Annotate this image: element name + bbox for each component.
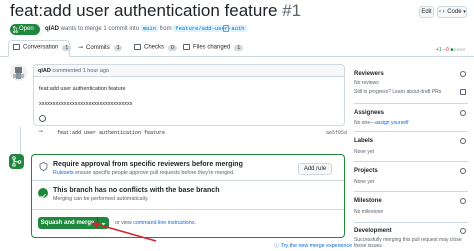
commit-sha[interactable]: ae5f05d <box>326 130 347 136</box>
merge-icon <box>9 154 24 169</box>
approval-title: Require approval from specific reviewers… <box>53 161 243 168</box>
diffstat: +1 −0 ■■■■■ <box>436 47 466 53</box>
gear-icon[interactable] <box>460 228 466 234</box>
reviewers-heading[interactable]: Reviewers <box>354 71 384 77</box>
tab-checks[interactable]: Checks 0 <box>134 44 177 51</box>
commit-message[interactable]: feat:add user authentication feature <box>57 130 165 136</box>
check-circle-icon <box>38 188 48 199</box>
gear-icon[interactable] <box>460 138 466 144</box>
comment-line-1: feat:add user authentication feature <box>39 86 126 92</box>
reviewers-value: No reviews <box>354 80 379 86</box>
pull-request-icon <box>13 26 18 33</box>
gear-icon[interactable] <box>460 110 466 116</box>
commit-icon: ⊸ <box>78 45 84 51</box>
merge-box: Require approval from specific reviewers… <box>31 154 345 238</box>
tab-count: 1 <box>113 45 123 51</box>
sidebar-divider <box>354 222 468 223</box>
meta-action: wants to merge 1 commit into <box>60 26 140 32</box>
checks-icon <box>134 44 141 50</box>
copy-icon[interactable] <box>223 25 229 32</box>
comment-header: qIAD commented 1 hour ago <box>34 65 344 77</box>
try-merge-experience[interactable]: ⓘ Try the new merge experience <box>274 241 352 249</box>
sidebar-divider <box>354 161 468 162</box>
head-branch[interactable]: feature/add-user-auth <box>173 25 247 32</box>
approval-desc-text: ensure specific people approve pull requ… <box>75 170 235 176</box>
approval-desc: Rulesets ensure specific people approve … <box>53 170 235 176</box>
pr-title: feat:add user authentication feature <box>10 1 278 20</box>
author-link[interactable]: qIAD <box>45 26 59 32</box>
tab-label: Checks <box>144 44 165 51</box>
comment-meta: qIAD commented 1 hour ago <box>38 68 109 74</box>
assignees-heading[interactable]: Assignees <box>354 110 384 116</box>
diff-deletions: −0 <box>443 47 449 53</box>
refresh-icon[interactable] <box>460 89 466 95</box>
projects-heading[interactable]: Projects <box>354 168 378 174</box>
labels-value: None yet <box>354 149 375 155</box>
avatar-image <box>13 67 24 79</box>
comment-icon <box>13 44 20 50</box>
tab-count: 0 <box>168 44 177 51</box>
code-label: Code <box>447 9 462 15</box>
sidebar-divider <box>354 131 468 132</box>
development-heading[interactable]: Development <box>354 228 392 234</box>
file-diff-icon <box>183 44 190 50</box>
tab-conversation[interactable]: Conversation 1 <box>13 44 72 51</box>
approval-section: Require approval from specific reviewers… <box>32 155 344 181</box>
tab-label: Commits <box>86 45 110 51</box>
noconflict-desc: Merging can be performed automatically. <box>53 196 149 202</box>
status-badge: Open <box>10 24 40 35</box>
sidebar-divider <box>354 103 468 104</box>
meta-from: from <box>159 26 172 32</box>
code-button[interactable]: ‹› Code ▾ <box>437 6 467 18</box>
annotation-arrow <box>91 222 157 242</box>
gear-icon[interactable] <box>460 71 466 77</box>
base-branch[interactable]: main <box>140 25 158 32</box>
commit-icon: ⊸ <box>38 129 44 135</box>
assignees-value: No one—assign yourself <box>354 120 408 126</box>
shield-icon <box>39 162 48 171</box>
labels-heading[interactable]: Labels <box>354 138 373 144</box>
pr-number: #1 <box>282 1 302 20</box>
status-label: Open <box>19 26 34 32</box>
sidebar-divider <box>354 191 468 192</box>
tabs-divider <box>0 56 474 57</box>
assign-yourself-link[interactable]: assign yourself <box>375 120 408 126</box>
info-icon: ⓘ <box>274 243 280 249</box>
code-icon: ‹› <box>438 8 446 15</box>
comment-time: commented 1 hour ago <box>52 68 109 74</box>
draft-pr-hint[interactable]: Still in progress? Learn about draft PRs <box>354 89 441 95</box>
timeline-line <box>20 127 21 154</box>
comment-box: qIAD commented 1 hour ago feat:add user … <box>33 64 345 126</box>
comment-line-2: xxxxxxxxxxxxxxxxxxxxxxxxxxxxxxxxxx <box>39 101 133 107</box>
milestone-value: No milestone <box>354 209 384 215</box>
rulesets-link[interactable]: Rulesets <box>53 170 74 176</box>
tab-files-changed[interactable]: Files changed 1 <box>183 44 244 51</box>
milestone-heading[interactable]: Milestone <box>354 198 382 204</box>
page-title: feat:add user authentication feature #1 <box>10 1 301 21</box>
tab-label: Conversation <box>23 44 59 51</box>
diff-additions: +1 <box>436 47 442 53</box>
development-value: Successfully merging this pull request m… <box>354 237 462 249</box>
smiley-icon[interactable] <box>39 115 46 122</box>
avatar[interactable] <box>10 64 27 81</box>
gear-icon[interactable] <box>460 198 466 204</box>
try-merge-link[interactable]: Try the new merge experience <box>281 243 352 249</box>
chevron-down-icon: ▾ <box>463 9 466 15</box>
cli-suffix: . <box>194 220 196 226</box>
projects-value: None yet <box>354 179 375 185</box>
tab-label: Files changed <box>193 44 231 51</box>
tab-commits[interactable]: ⊸ Commits 1 <box>78 44 123 51</box>
pr-meta: qIAD wants to merge 1 commit into main f… <box>45 25 247 32</box>
gear-icon[interactable] <box>460 168 466 174</box>
comment-author[interactable]: qIAD <box>38 68 51 74</box>
tab-count: 1 <box>234 44 244 51</box>
tab-count: 1 <box>62 44 72 51</box>
edit-button[interactable]: Edit <box>419 6 434 18</box>
add-rule-button[interactable]: Add rule <box>298 163 332 175</box>
noconflict-title: This branch has no conflicts with the ba… <box>53 187 220 194</box>
assignees-none: No one— <box>354 120 376 126</box>
